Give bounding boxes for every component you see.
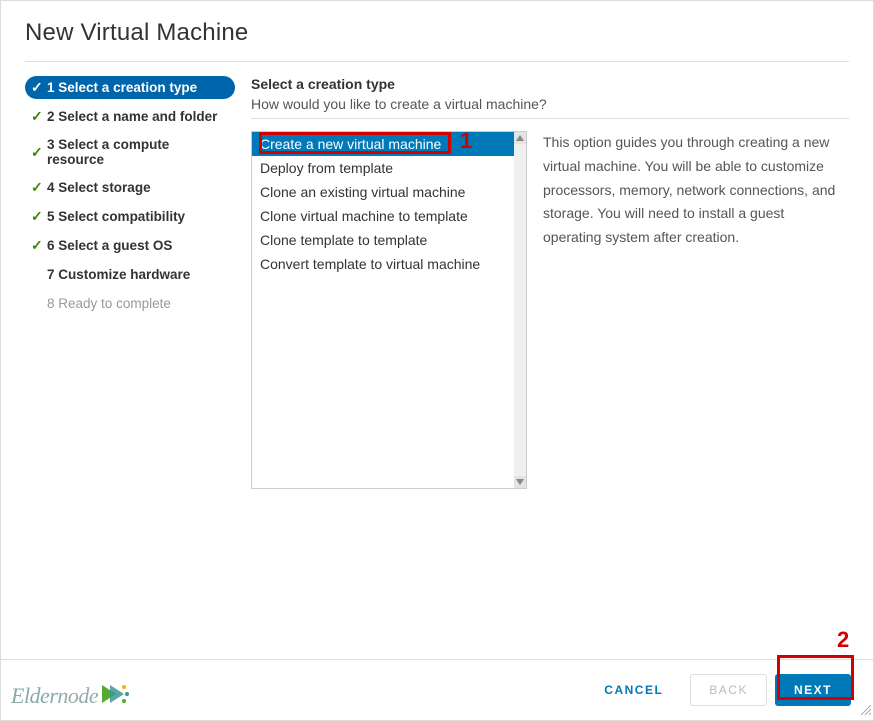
scroll-up-icon[interactable] [514, 132, 526, 144]
section-subheading: How would you like to create a virtual m… [251, 96, 849, 112]
section-heading: Select a creation type [251, 76, 849, 92]
step-select-name-folder[interactable]: ✓ 2 Select a name and folder [25, 105, 235, 128]
step-label: 1 Select a creation type [47, 80, 197, 95]
wizard-steps-sidebar: ✓ 1 Select a creation type ✓ 2 Select a … [25, 76, 235, 489]
check-icon: ✓ [31, 79, 47, 96]
check-icon: ✓ [31, 237, 47, 254]
wizard-dialog: New Virtual Machine ✓ 1 Select a creatio… [0, 0, 874, 721]
logo-icon [100, 681, 130, 710]
next-button[interactable]: NEXT [775, 674, 851, 706]
content-row: Create a new virtual machine Deploy from… [251, 131, 849, 489]
cancel-button[interactable]: CANCEL [585, 674, 682, 706]
option-clone-vm-to-template[interactable]: Clone virtual machine to template [252, 204, 526, 228]
section-divider [251, 118, 849, 119]
resize-grip-icon[interactable] [859, 702, 871, 718]
step-list: ✓ 1 Select a creation type ✓ 2 Select a … [25, 76, 235, 315]
step-label: 5 Select compatibility [47, 209, 185, 224]
option-deploy-from-template[interactable]: Deploy from template [252, 156, 526, 180]
step-select-compatibility[interactable]: ✓ 5 Select compatibility [25, 205, 235, 228]
step-select-compute-resource[interactable]: ✓ 3 Select a compute resource [25, 134, 235, 170]
creation-type-listbox[interactable]: Create a new virtual machine Deploy from… [251, 131, 527, 489]
step-label: 7 Customize hardware [47, 267, 190, 282]
option-clone-existing-vm[interactable]: Clone an existing virtual machine [252, 180, 526, 204]
annotation-number-1: 1 [460, 128, 472, 154]
watermark-logo: Eldernode [11, 681, 130, 710]
option-description: This option guides you through creating … [543, 131, 849, 489]
check-icon: ✓ [31, 144, 47, 161]
option-create-new-vm[interactable]: Create a new virtual machine [252, 132, 526, 156]
step-label: 3 Select a compute resource [47, 137, 229, 167]
step-label: 4 Select storage [47, 180, 151, 195]
annotation-number-2: 2 [837, 627, 849, 653]
step-customize-hardware[interactable]: ✓ 7 Customize hardware [25, 263, 235, 286]
listbox-items: Create a new virtual machine Deploy from… [252, 132, 526, 488]
step-select-guest-os[interactable]: ✓ 6 Select a guest OS [25, 234, 235, 257]
main-panel: Select a creation type How would you lik… [251, 76, 849, 489]
check-icon: ✓ [31, 179, 47, 196]
step-ready-complete: ✓ 8 Ready to complete [25, 292, 235, 315]
dialog-header: New Virtual Machine [1, 1, 873, 57]
back-button[interactable]: BACK [690, 674, 767, 706]
option-convert-template-to-vm[interactable]: Convert template to virtual machine [252, 252, 526, 276]
dialog-footer: CANCEL BACK NEXT [1, 659, 873, 720]
scroll-down-icon[interactable] [514, 476, 526, 488]
listbox-scrollbar[interactable] [514, 132, 526, 488]
step-select-storage[interactable]: ✓ 4 Select storage [25, 176, 235, 199]
step-label: 8 Ready to complete [47, 296, 171, 311]
dialog-title: New Virtual Machine [25, 19, 849, 47]
watermark-text: Eldernode [11, 683, 98, 709]
dialog-body: ✓ 1 Select a creation type ✓ 2 Select a … [1, 62, 873, 489]
check-icon: ✓ [31, 108, 47, 125]
step-label: 6 Select a guest OS [47, 238, 172, 253]
step-select-creation-type[interactable]: ✓ 1 Select a creation type [25, 76, 235, 99]
option-clone-template-to-template[interactable]: Clone template to template [252, 228, 526, 252]
check-icon: ✓ [31, 208, 47, 225]
step-label: 2 Select a name and folder [47, 109, 217, 124]
